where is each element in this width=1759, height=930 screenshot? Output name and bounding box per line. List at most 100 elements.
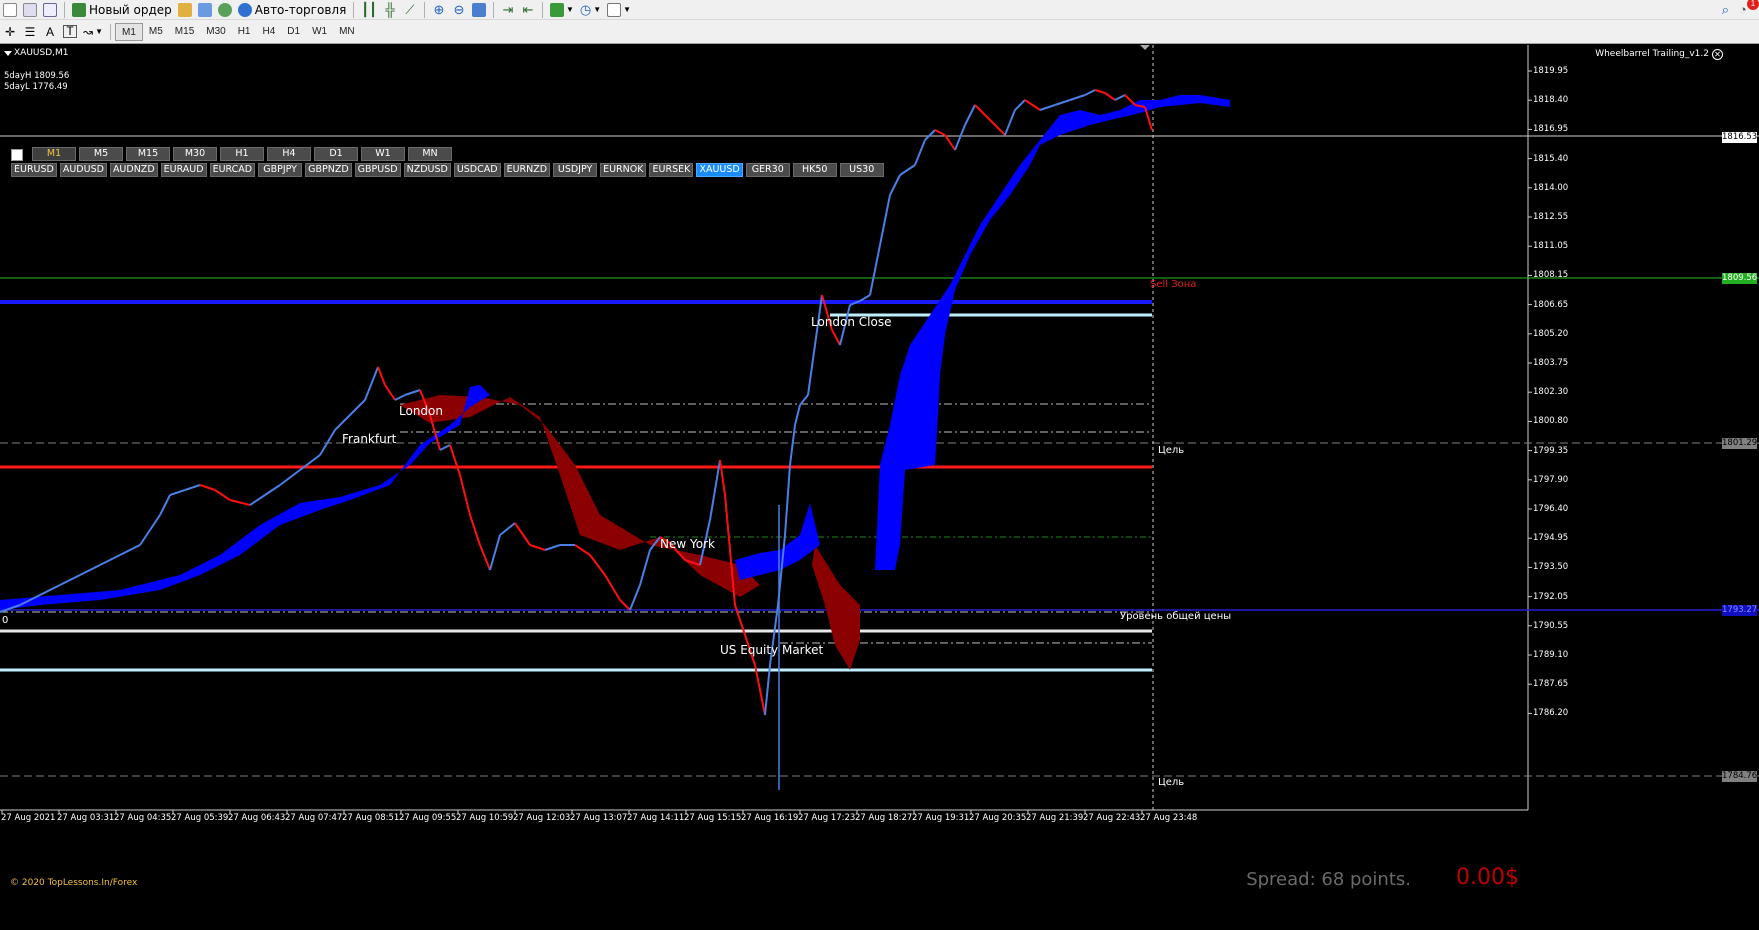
panel-timeframe-h4[interactable]: H4 xyxy=(267,147,311,161)
notifications-button[interactable]: ◔ 1 xyxy=(1739,0,1759,18)
price-segment xyxy=(1114,94,1126,101)
price-tick-label: 1790.55 xyxy=(1533,620,1569,631)
crosshair-button[interactable]: ✛ xyxy=(0,23,20,41)
copyright-text: © 2020 TopLessons.In/Forex xyxy=(10,878,138,888)
zoom-out-button[interactable]: ⊖ xyxy=(449,1,469,19)
price-segment xyxy=(1084,89,1096,96)
timeframe-button-h4[interactable]: H4 xyxy=(257,23,282,41)
panel-timeframe-m1[interactable]: M1 xyxy=(32,147,76,161)
templates-button[interactable]: ▼ xyxy=(604,1,634,19)
panel-timeframe-mn[interactable]: MN xyxy=(408,147,452,161)
price-segment xyxy=(764,664,771,716)
panel-symbol-eurnzd[interactable]: EURNZD xyxy=(503,163,551,177)
panel-symbol-euraud[interactable]: EURAUD xyxy=(160,163,207,177)
text-label-button[interactable]: T xyxy=(60,23,80,41)
price-segment xyxy=(754,664,766,716)
text-button[interactable]: A xyxy=(40,23,60,41)
zoom-in-button[interactable]: ⊕ xyxy=(429,1,449,19)
drawing-toolbar: ✛ ☰ A T ↝ ▼ M1 M5 M15 M30 H1 H4 D1 W1 MN xyxy=(0,20,1759,44)
price-segment xyxy=(249,494,266,506)
symbol-title: XAUUSD,M1 xyxy=(14,48,69,58)
panel-timeframe-w1[interactable]: W1 xyxy=(361,147,405,161)
arrows-button[interactable]: ↝ ▼ xyxy=(80,23,106,41)
metaeditor-button[interactable] xyxy=(175,1,195,19)
time-tick-label: 27 Aug 14:11 xyxy=(627,813,685,823)
price-segment xyxy=(1024,99,1041,111)
timeframe-button-mn[interactable]: MN xyxy=(333,23,361,41)
symbol-menu-icon[interactable] xyxy=(4,51,12,56)
price-tick-label: 1794.95 xyxy=(1533,533,1569,544)
price-segment xyxy=(199,484,216,491)
panel-symbol-eursek[interactable]: EURSEK xyxy=(649,163,694,177)
panel-checkbox[interactable] xyxy=(11,149,23,161)
target-label-bottom: Цель xyxy=(1158,777,1185,788)
panel-timeframe-m5[interactable]: M5 xyxy=(79,147,123,161)
panel-symbol-audnzd[interactable]: AUDNZD xyxy=(109,163,158,177)
panel-symbol-audusd[interactable]: AUDUSD xyxy=(59,163,107,177)
periods-button[interactable]: ◷ ▼ xyxy=(577,1,604,19)
price-segment xyxy=(789,424,796,466)
panel-timeframe-m15[interactable]: M15 xyxy=(126,147,170,161)
blue-line-price-tag: 1793.27 xyxy=(1722,605,1758,616)
auto-scroll-button[interactable]: ⇥ xyxy=(498,1,518,19)
new-chart-icon xyxy=(3,2,17,17)
price-segment xyxy=(831,329,841,346)
tile-windows-button[interactable] xyxy=(469,1,489,19)
timeframe-button-m15[interactable]: M15 xyxy=(169,23,200,41)
timeframe-button-m30[interactable]: M30 xyxy=(200,23,231,41)
price-tick-label: 1814.00 xyxy=(1533,182,1569,193)
price-chart[interactable] xyxy=(0,45,1759,930)
templates-icon xyxy=(607,2,622,17)
panel-symbol-usdcad[interactable]: USDCAD xyxy=(453,163,501,177)
timeframe-button-m5[interactable]: M5 xyxy=(143,23,169,41)
auto-trading-button[interactable]: Авто-торговля xyxy=(235,1,350,19)
line-chart-button[interactable]: ⟋ xyxy=(400,1,420,19)
candlestick-button[interactable]: ╬ xyxy=(380,1,400,19)
panel-symbol-xauusd[interactable]: XAUUSD xyxy=(696,163,743,177)
panel-symbol-eurcad[interactable]: EURCAD xyxy=(209,163,256,177)
price-tick-label: 1812.55 xyxy=(1533,212,1569,222)
new-chart-button[interactable] xyxy=(0,1,20,19)
tile-icon xyxy=(471,2,486,17)
chart-window[interactable]: XAUUSD,M1 5dayH 1809.56 5dayL 1776.49 Wh… xyxy=(0,45,1759,930)
new-order-button[interactable]: Новый ордер xyxy=(69,1,175,19)
panel-symbol-eurusd[interactable]: EURUSD xyxy=(11,163,57,177)
price-tick-label: 1799.35 xyxy=(1533,445,1569,456)
zoom-window-button[interactable] xyxy=(40,1,60,19)
strategy-tester-button[interactable] xyxy=(195,1,215,19)
panel-timeframe-h1[interactable]: H1 xyxy=(220,147,264,161)
chart-shift-button[interactable]: ⇤ xyxy=(518,1,538,19)
price-tick-label: 1786.20 xyxy=(1533,708,1569,719)
panel-symbol-gbpjpy[interactable]: GBPJPY xyxy=(258,163,303,177)
hline-button[interactable]: ☰ xyxy=(20,23,40,41)
panel-symbol-eurnok[interactable]: EURNOK xyxy=(600,163,647,177)
price-segment xyxy=(264,484,281,496)
panel-symbol-us30[interactable]: US30 xyxy=(839,163,884,177)
timeframe-button-w1[interactable]: W1 xyxy=(306,23,333,41)
search-icon[interactable]: ⌕ xyxy=(1722,2,1729,18)
crosshair-icon: ✛ xyxy=(4,24,16,39)
ea-close-icon[interactable]: ✕ xyxy=(1712,49,1723,60)
time-tick-label: 27 Aug 04:35 xyxy=(114,813,172,823)
panel-symbol-usdjpy[interactable]: USDJPY xyxy=(553,163,598,177)
panel-symbol-nzdusd[interactable]: NZDUSD xyxy=(403,163,451,177)
panel-timeframe-d1[interactable]: D1 xyxy=(314,147,358,161)
price-segment xyxy=(604,574,621,601)
indicators-button[interactable]: ▼ xyxy=(547,1,577,19)
price-segment xyxy=(349,399,366,416)
price-segment xyxy=(499,522,516,536)
panel-symbol-gbpnzd[interactable]: GBPNZD xyxy=(305,163,352,177)
bar-chart-button[interactable]: ┃┃ xyxy=(358,1,380,19)
price-segment xyxy=(169,489,186,496)
timeframe-button-h1[interactable]: H1 xyxy=(232,23,257,41)
panel-timeframe-m30[interactable]: M30 xyxy=(173,147,217,161)
timeframe-button-m1[interactable]: M1 xyxy=(114,22,143,41)
time-tick-label: 27 Aug 17:23 xyxy=(798,813,856,823)
timeframe-button-d1[interactable]: D1 xyxy=(281,23,306,41)
panel-symbol-hk50[interactable]: HK50 xyxy=(792,163,837,177)
chevron-down-icon: ▼ xyxy=(565,5,574,14)
signals-button[interactable] xyxy=(215,1,235,19)
panel-symbol-gbpusd[interactable]: GBPUSD xyxy=(354,163,401,177)
profiles-button[interactable] xyxy=(20,1,40,19)
panel-symbol-ger30[interactable]: GER30 xyxy=(745,163,790,177)
